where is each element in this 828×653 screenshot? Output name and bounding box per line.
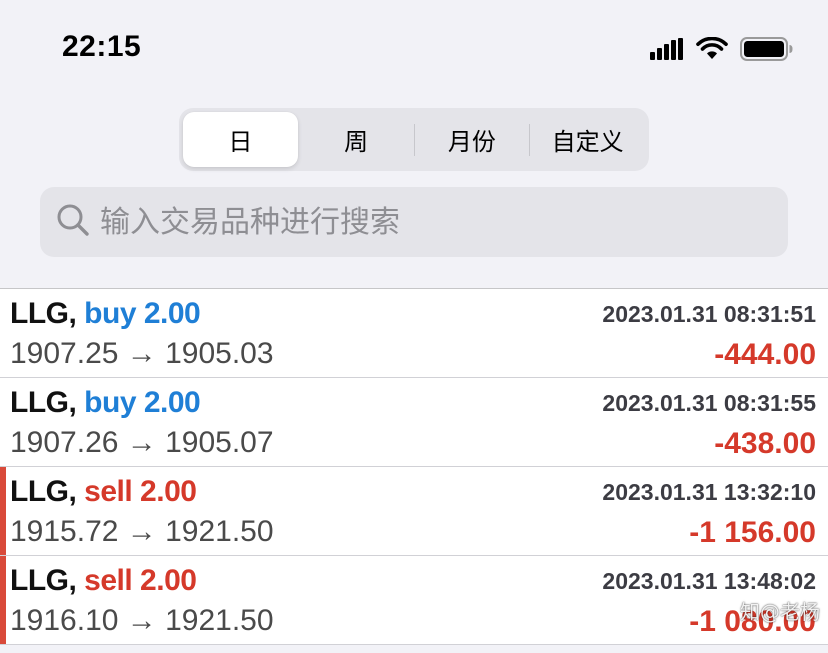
trade-side: sell 2.00	[84, 475, 197, 508]
status-time: 22:15	[62, 30, 142, 63]
tab-month[interactable]: 月份	[415, 112, 530, 167]
trade-title: LLG, sell 2.00	[10, 475, 197, 509]
trade-prices: 1907.25 → 1905.03	[10, 337, 274, 370]
trade-time: 2023.01.31 13:48:02	[602, 568, 816, 594]
search-bar[interactable]	[40, 187, 788, 257]
trade-prices: 1916.10 → 1921.50	[10, 604, 274, 637]
trade-time: 2023.01.31 13:32:10	[602, 479, 816, 505]
trade-prices: 1907.26 → 1905.07	[10, 426, 274, 459]
tab-custom[interactable]: 自定义	[530, 112, 645, 167]
trade-title: LLG, buy 2.00	[10, 386, 201, 420]
trade-profit: -444.00	[714, 338, 816, 371]
trade-prices: 1915.72 → 1921.50	[10, 515, 274, 548]
watermark: 知@老杨	[740, 600, 820, 624]
trade-profit: -438.00	[714, 427, 816, 460]
tab-day[interactable]: 日	[183, 112, 298, 167]
trade-marker	[0, 467, 6, 555]
wifi-icon	[696, 36, 728, 66]
battery-icon	[740, 36, 794, 67]
search-input[interactable]	[100, 204, 740, 240]
trade-time: 2023.01.31 08:31:51	[602, 301, 816, 327]
trade-symbol: LLG,	[10, 297, 77, 330]
status-bar: 22:15	[0, 0, 828, 96]
trade-time: 2023.01.31 08:31:55	[602, 390, 816, 416]
trade-side: buy 2.00	[84, 386, 201, 419]
trade-list: LLG, buy 2.00 2023.01.31 08:31:51 1907.2…	[0, 288, 828, 645]
trade-title: LLG, sell 2.00	[10, 564, 197, 598]
trade-symbol: LLG,	[10, 564, 77, 597]
tab-week[interactable]: 周	[299, 112, 414, 167]
trade-side: buy 2.00	[84, 297, 201, 330]
search-icon	[56, 203, 90, 242]
trade-symbol: LLG,	[10, 386, 77, 419]
cellular-signal-icon	[650, 38, 684, 65]
trade-title: LLG, buy 2.00	[10, 297, 201, 331]
trade-row[interactable]: LLG, buy 2.00 2023.01.31 08:31:55 1907.2…	[0, 378, 828, 467]
trade-marker	[0, 556, 6, 644]
trade-side: sell 2.00	[84, 564, 197, 597]
trade-row[interactable]: LLG, buy 2.00 2023.01.31 08:31:51 1907.2…	[0, 289, 828, 378]
trade-profit: -1 156.00	[689, 516, 816, 549]
period-segmented-control: 日 周 月份 自定义	[179, 108, 649, 171]
status-icons	[650, 36, 794, 67]
trade-row[interactable]: LLG, sell 2.00 2023.01.31 13:32:10 1915.…	[0, 467, 828, 556]
trade-row[interactable]: LLG, sell 2.00 2023.01.31 13:48:02 1916.…	[0, 556, 828, 645]
trade-symbol: LLG,	[10, 475, 77, 508]
